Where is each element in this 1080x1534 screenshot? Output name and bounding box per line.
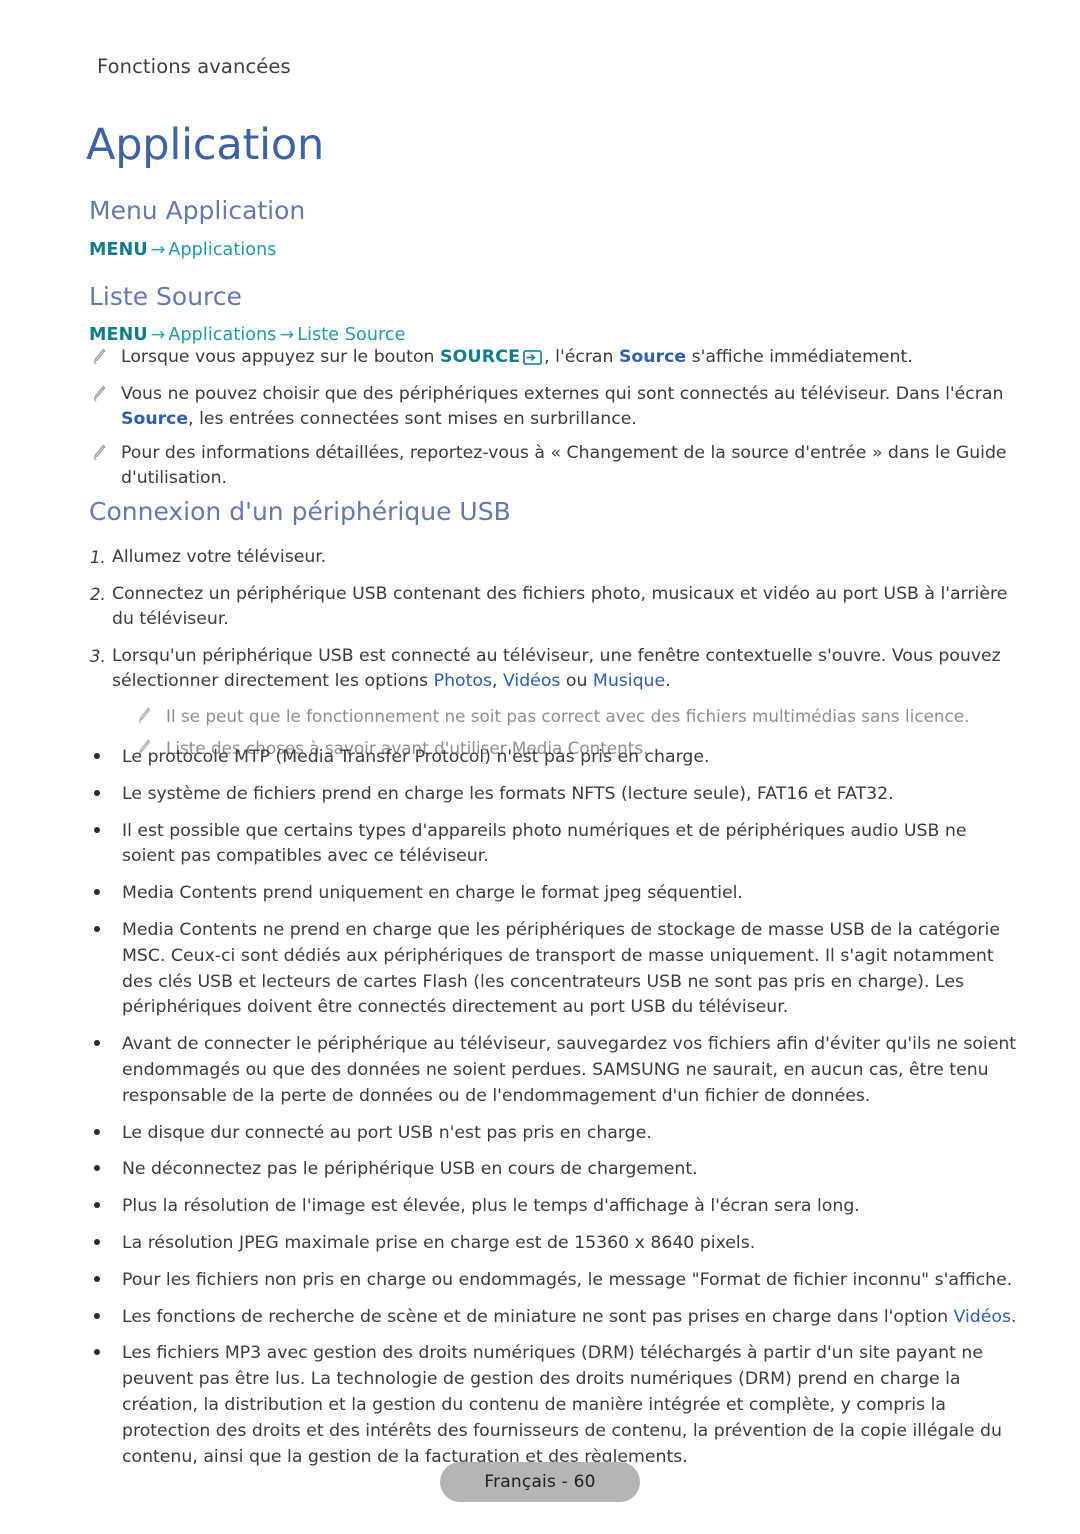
note-text-post: , les entrées connectées sont mises en s… — [188, 409, 637, 429]
link-videos[interactable]: Vidéos — [954, 1307, 1011, 1327]
list-item: Il est possible que certains types d'app… — [90, 819, 1020, 871]
list-item-text-post: . — [1010, 1306, 1017, 1327]
list-item: Avant de connecter le périphérique au té… — [90, 1032, 1020, 1109]
link-source[interactable]: Source — [619, 347, 686, 367]
numbered-step: 1. Allumez votre téléviseur. — [90, 545, 1020, 571]
step-text-sep: , — [491, 671, 503, 691]
list-item: Les fonctions de recherche de scène et d… — [90, 1305, 1020, 1331]
step-text: Lorsqu'un périphérique USB est connecté … — [112, 646, 1001, 692]
bullet-icon — [90, 1341, 122, 1367]
pencil-icon — [92, 348, 106, 365]
list-item-text: Le système de fichiers prend en charge l… — [122, 783, 894, 804]
step-number: 1. — [90, 548, 106, 567]
menu-path-applications: MENU → Applications — [89, 240, 277, 260]
note-text: Vous ne pouvez choisir que des périphéri… — [121, 382, 1017, 432]
step-number: 3. — [90, 646, 106, 666]
bullet-icon — [90, 918, 122, 944]
list-item-text: Pour les fichiers non pris en charge ou … — [122, 1269, 1013, 1290]
list-item-text: Il est possible que certains types d'app… — [122, 820, 967, 867]
step-text-sep: ou — [560, 671, 593, 691]
section-heading-connexion-usb: Connexion d'un périphérique USB — [89, 497, 511, 526]
list-item: Le disque dur connecté au port USB n'est… — [90, 1121, 1020, 1147]
bullet-icon — [90, 1305, 122, 1331]
page-footer-badge: Français - 60 — [440, 1462, 640, 1502]
section-heading-liste-source: Liste Source — [89, 282, 242, 311]
bullet-icon — [90, 881, 122, 907]
list-item-text: Les fichiers MP3 avec gestion des droits… — [122, 1343, 1002, 1467]
source-button-icon — [523, 348, 542, 373]
list-item-text: Media Contents ne prend en charge que le… — [122, 919, 1000, 1018]
note-text-post: s'affiche immédiatement. — [686, 347, 913, 367]
list-item-text: Le disque dur connecté au port USB n'est… — [122, 1122, 652, 1143]
list-item-text: Les fonctions de recherche de scène et d… — [122, 1305, 1020, 1331]
note-item: Lorsque vous appuyez sur le bouton SOURC… — [92, 345, 1017, 373]
step-number: 2. — [90, 584, 106, 604]
list-item-text-pre: Les fonctions de recherche de scène et d… — [122, 1306, 954, 1327]
numbered-step: 2. Connectez un périphérique USB contena… — [90, 582, 1020, 633]
note-text: Il se peut que le fonctionnement ne soit… — [166, 705, 970, 726]
note-item: Pour des informations détaillées, report… — [92, 441, 1017, 491]
bullet-icon — [90, 1157, 122, 1183]
usb-notes-bullet-list: Le protocole MTP (Media Transfer Protoco… — [90, 745, 1020, 1481]
document-page: Fonctions avancées Application Menu Appl… — [0, 0, 1080, 1534]
note-text: Lorsque vous appuyez sur le bouton SOURC… — [121, 345, 1017, 373]
step-text: Allumez votre téléviseur. — [112, 547, 327, 567]
note-text-pre: Vous ne pouvez choisir que des périphéri… — [121, 384, 1004, 404]
bullet-icon — [90, 1121, 122, 1147]
pencil-icon — [92, 385, 106, 402]
menu-keyword: MENU — [89, 240, 148, 260]
bullet-icon — [90, 782, 122, 808]
note-text-pre: Lorsque vous appuyez sur le bouton — [121, 347, 440, 367]
step-text: Connectez un périphérique USB contenant … — [112, 583, 1008, 630]
list-item-text: Ne déconnectez pas le périphérique USB e… — [122, 1159, 698, 1180]
numbered-step-list: 1. Allumez votre téléviseur. 2. Connecte… — [90, 545, 1020, 779]
link-musique[interactable]: Musique — [593, 671, 665, 691]
link-videos[interactable]: Vidéos — [503, 671, 560, 691]
page-title: Application — [86, 120, 325, 170]
section-heading-menu-application: Menu Application — [89, 196, 306, 225]
bullet-icon — [90, 745, 122, 771]
menu-arrow-icon: → — [150, 325, 166, 345]
step-text-post: . — [665, 671, 671, 691]
pencil-icon — [92, 444, 106, 461]
note-list-liste-source: Lorsque vous appuyez sur le bouton SOURC… — [92, 345, 1017, 500]
note-text: Pour des informations détaillées, report… — [121, 443, 1007, 488]
note-item: Vous ne pouvez choisir que des périphéri… — [92, 382, 1017, 432]
list-item-text: Avant de connecter le périphérique au té… — [122, 1034, 1017, 1106]
list-item: Le protocole MTP (Media Transfer Protoco… — [90, 745, 1020, 771]
bullet-icon — [90, 1231, 122, 1257]
menu-path-liste-source: MENU → Applications → Liste Source — [89, 325, 406, 345]
menu-keyword: MENU — [89, 325, 148, 345]
link-photos[interactable]: Photos — [434, 671, 492, 691]
pencil-icon — [137, 707, 151, 724]
menu-path-item-liste-source[interactable]: Liste Source — [297, 325, 405, 345]
note-item: Il se peut que le fonctionnement ne soit… — [137, 704, 1017, 729]
list-item: Ne déconnectez pas le périphérique USB e… — [90, 1157, 1020, 1183]
list-item: Plus la résolution de l'image est élevée… — [90, 1194, 1020, 1220]
list-item-text: Plus la résolution de l'image est élevée… — [122, 1196, 860, 1217]
bullet-icon — [90, 1268, 122, 1294]
source-button-label: SOURCE — [439, 347, 521, 367]
list-item: La résolution JPEG maximale prise en cha… — [90, 1231, 1020, 1257]
running-header: Fonctions avancées — [97, 55, 291, 78]
bullet-icon — [90, 819, 122, 845]
list-item-text: La résolution JPEG maximale prise en cha… — [122, 1232, 756, 1253]
note-text-mid: , l'écran — [544, 347, 619, 367]
menu-arrow-icon: → — [150, 240, 166, 260]
list-item: Le système de fichiers prend en charge l… — [90, 782, 1020, 808]
list-item-text: Le protocole MTP (Media Transfer Protoco… — [122, 747, 710, 767]
menu-arrow-icon: → — [279, 325, 295, 345]
bullet-icon — [90, 1032, 122, 1058]
list-item-text: Media Contents prend uniquement en charg… — [122, 883, 743, 904]
menu-path-item-applications[interactable]: Applications — [168, 325, 276, 345]
list-item: Les fichiers MP3 avec gestion des droits… — [90, 1341, 1020, 1470]
list-item: Pour les fichiers non pris en charge ou … — [90, 1268, 1020, 1294]
list-item: Media Contents prend uniquement en charg… — [90, 881, 1020, 907]
bullet-icon — [90, 1194, 122, 1220]
menu-path-item-applications[interactable]: Applications — [168, 240, 276, 260]
list-item: Media Contents ne prend en charge que le… — [90, 918, 1020, 1021]
link-source[interactable]: Source — [121, 409, 188, 429]
